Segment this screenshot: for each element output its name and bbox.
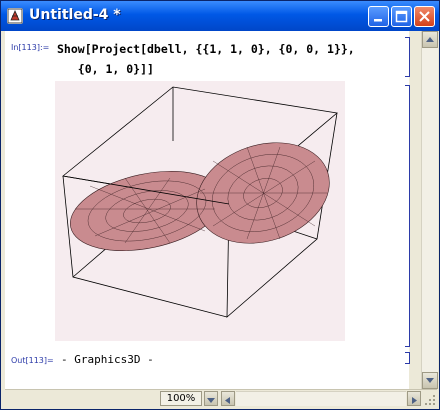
minimize-button[interactable]: [368, 6, 389, 27]
arrow-down-icon: [426, 378, 434, 383]
input-cell-code[interactable]: Show[Project[dbell, {{1, 1, 0}, {0, 0, 1…: [57, 39, 355, 79]
output-cell-value: - Graphics3D -: [61, 353, 154, 366]
minimize-icon: [374, 19, 382, 22]
status-bar: 100%: [5, 389, 437, 408]
horizontal-scroll-track[interactable]: [236, 391, 406, 406]
input-code-line-2[interactable]: {0, 1, 0}]]: [57, 62, 154, 76]
close-button[interactable]: [414, 6, 435, 27]
scroll-left-button[interactable]: [221, 391, 235, 406]
title-bar[interactable]: Untitled-4 *: [1, 1, 439, 31]
arrow-up-icon: [426, 37, 434, 42]
zoom-dropdown-button[interactable]: [204, 391, 218, 406]
maximize-icon: [395, 10, 408, 23]
graphics3d-plot[interactable]: [55, 81, 345, 341]
close-icon: [419, 11, 430, 22]
zoom-level[interactable]: 100%: [160, 391, 202, 406]
maximize-button[interactable]: [391, 6, 412, 27]
resize-grip-icon[interactable]: [423, 392, 437, 406]
output-label-bracket[interactable]: [405, 352, 410, 364]
arrow-right-icon: [412, 397, 417, 404]
notebook-window: Untitled-4 * In[113]:= Show[Project[dbel…: [0, 0, 440, 410]
bounding-box-surface-graphic: [62, 86, 338, 318]
notebook-content[interactable]: In[113]:= Show[Project[dbell, {{1, 1, 0}…: [5, 31, 410, 389]
arrow-left-icon: [225, 397, 230, 404]
input-cell-bracket[interactable]: [405, 37, 410, 77]
scroll-up-button[interactable]: [422, 31, 438, 48]
scroll-down-button[interactable]: [422, 372, 438, 389]
input-code-line-1[interactable]: Show[Project[dbell, {{1, 1, 0}, {0, 0, 1…: [57, 42, 355, 56]
scroll-right-button[interactable]: [407, 391, 421, 406]
vertical-scrollbar[interactable]: [421, 31, 438, 389]
window-title: Untitled-4 *: [29, 7, 121, 23]
mathematica-notebook-icon[interactable]: [7, 8, 23, 24]
chevron-down-icon: [207, 398, 215, 403]
output-cell-bracket[interactable]: [405, 85, 410, 347]
output-cell-label: Out[113]=: [11, 356, 54, 365]
input-cell-label: In[113]:=: [11, 43, 50, 52]
